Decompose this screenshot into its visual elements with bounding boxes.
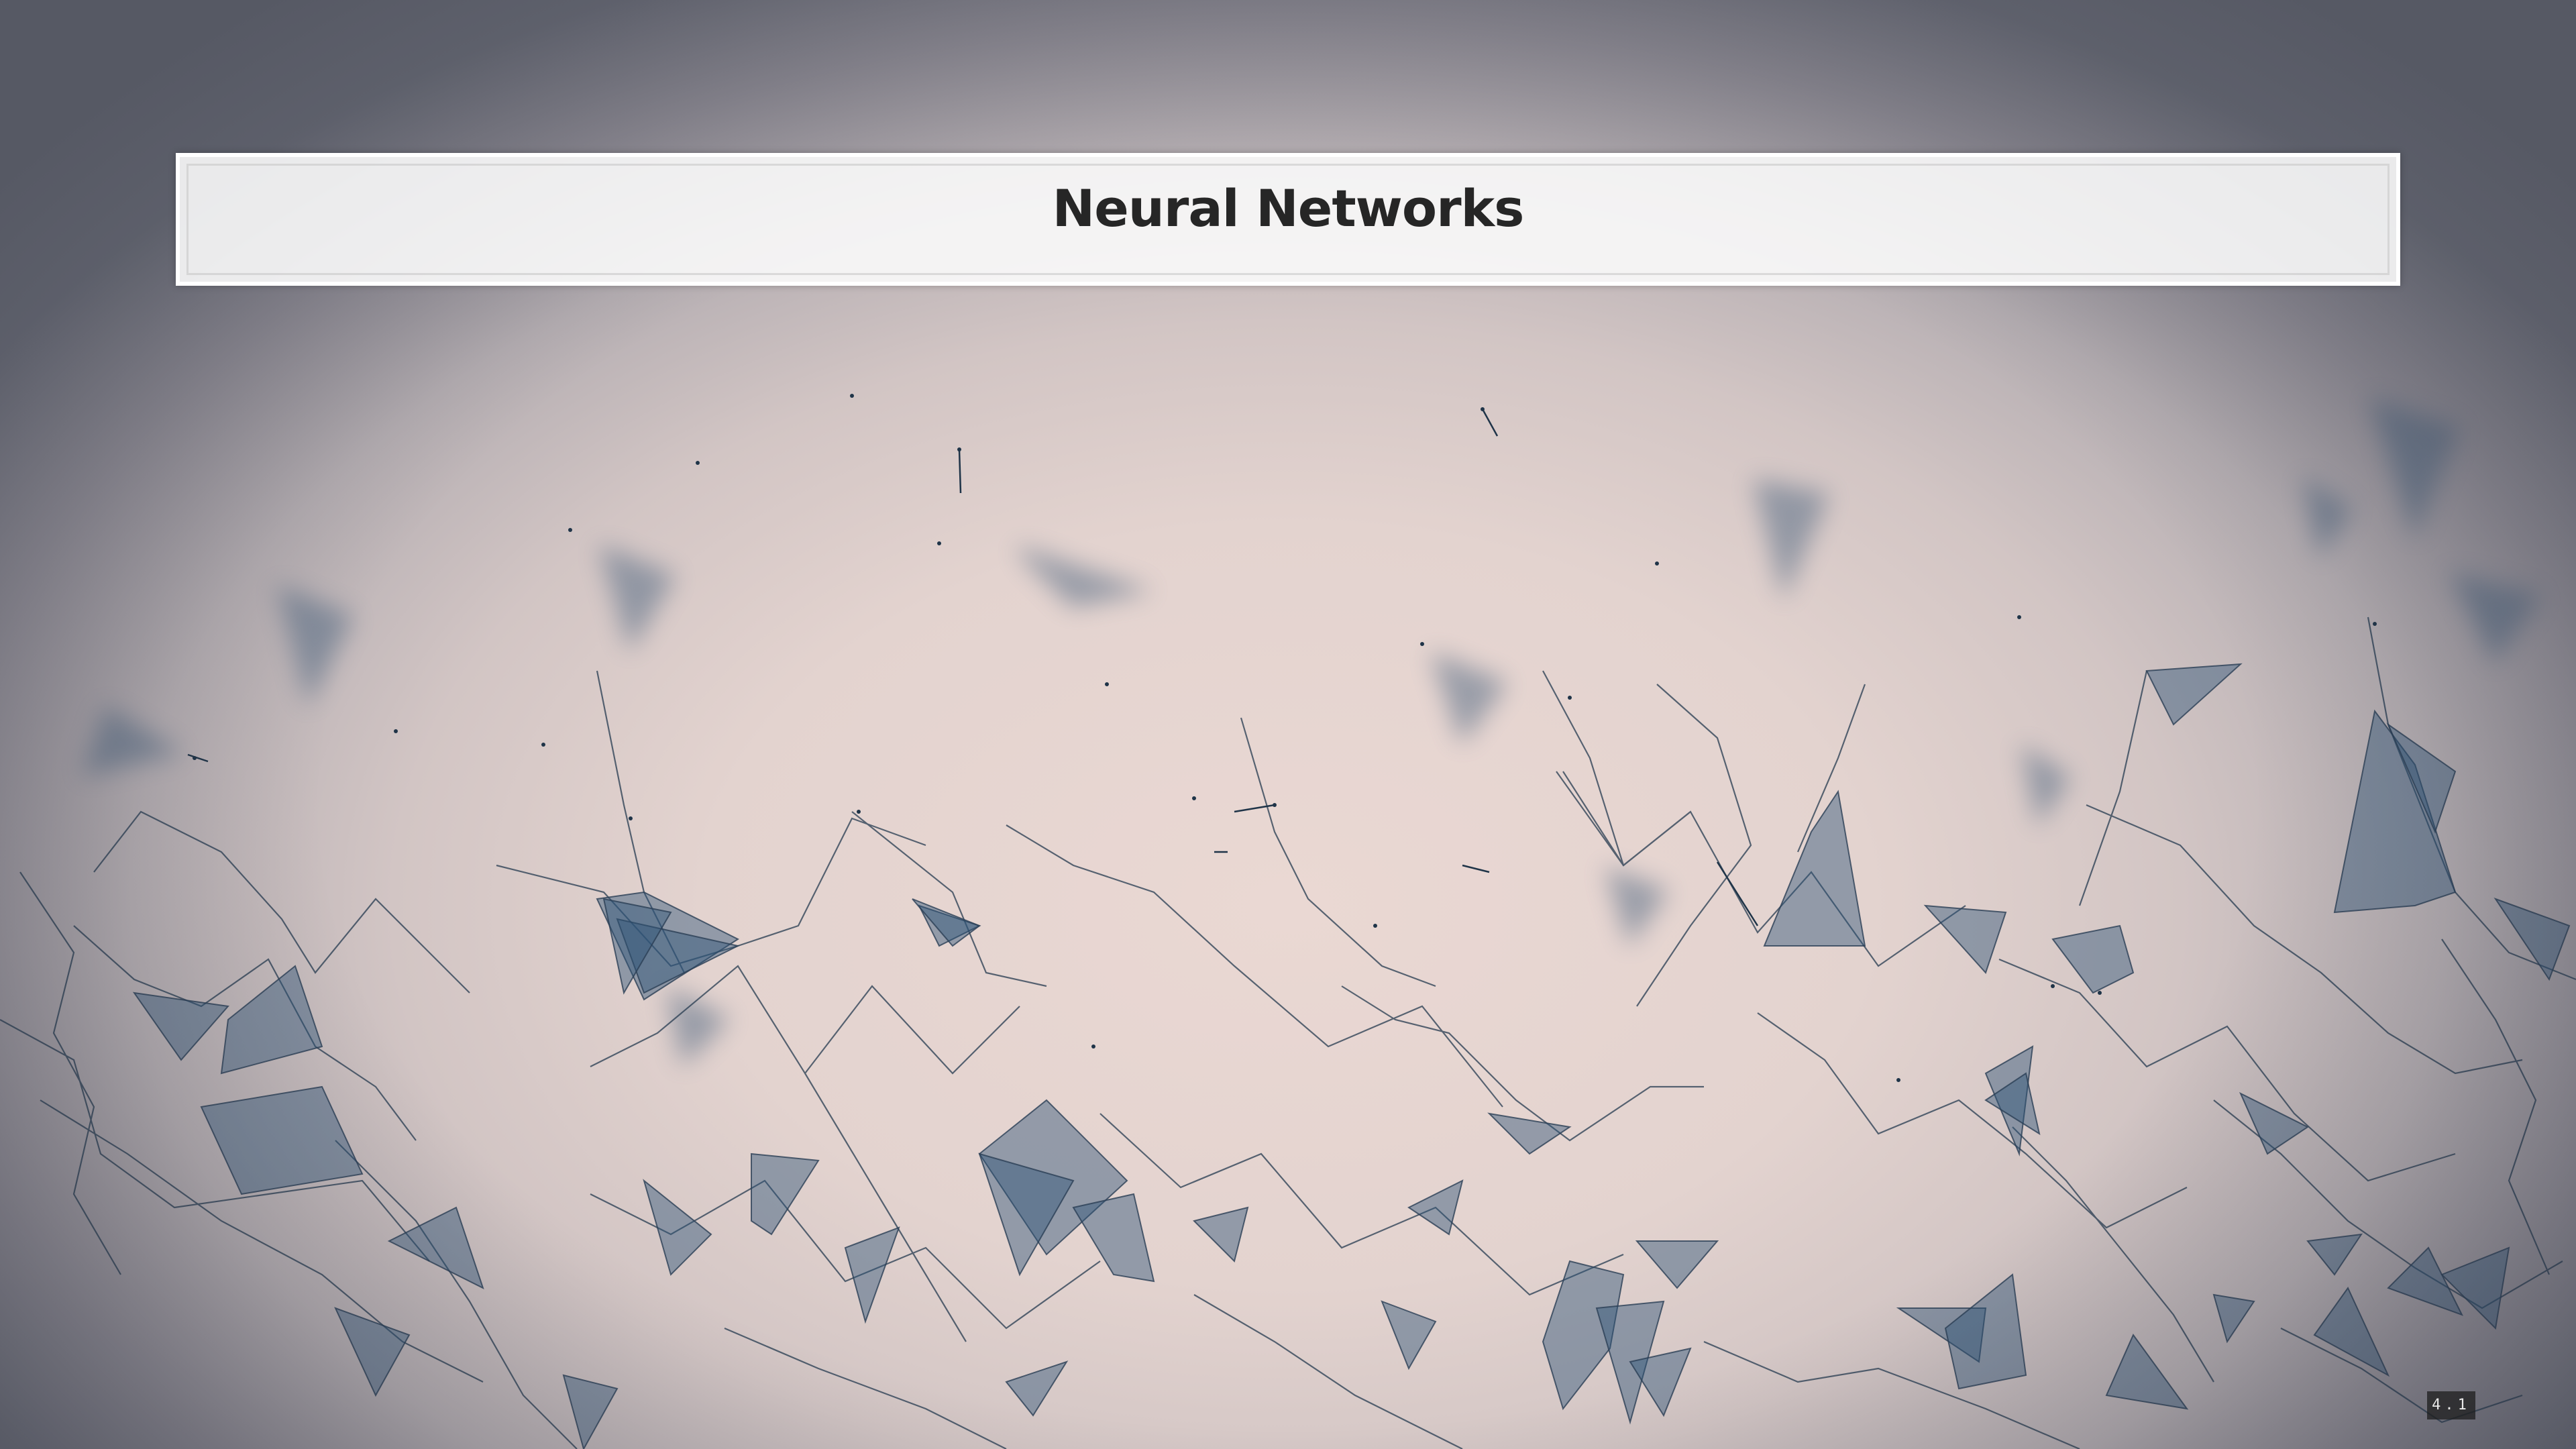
title-banner: Neural Networks bbox=[176, 153, 2400, 286]
slide-title: Neural Networks bbox=[1052, 178, 1525, 238]
slide: Neural Networks 4.1 bbox=[0, 0, 2576, 1449]
slide-number: 4.1 bbox=[2427, 1391, 2475, 1419]
